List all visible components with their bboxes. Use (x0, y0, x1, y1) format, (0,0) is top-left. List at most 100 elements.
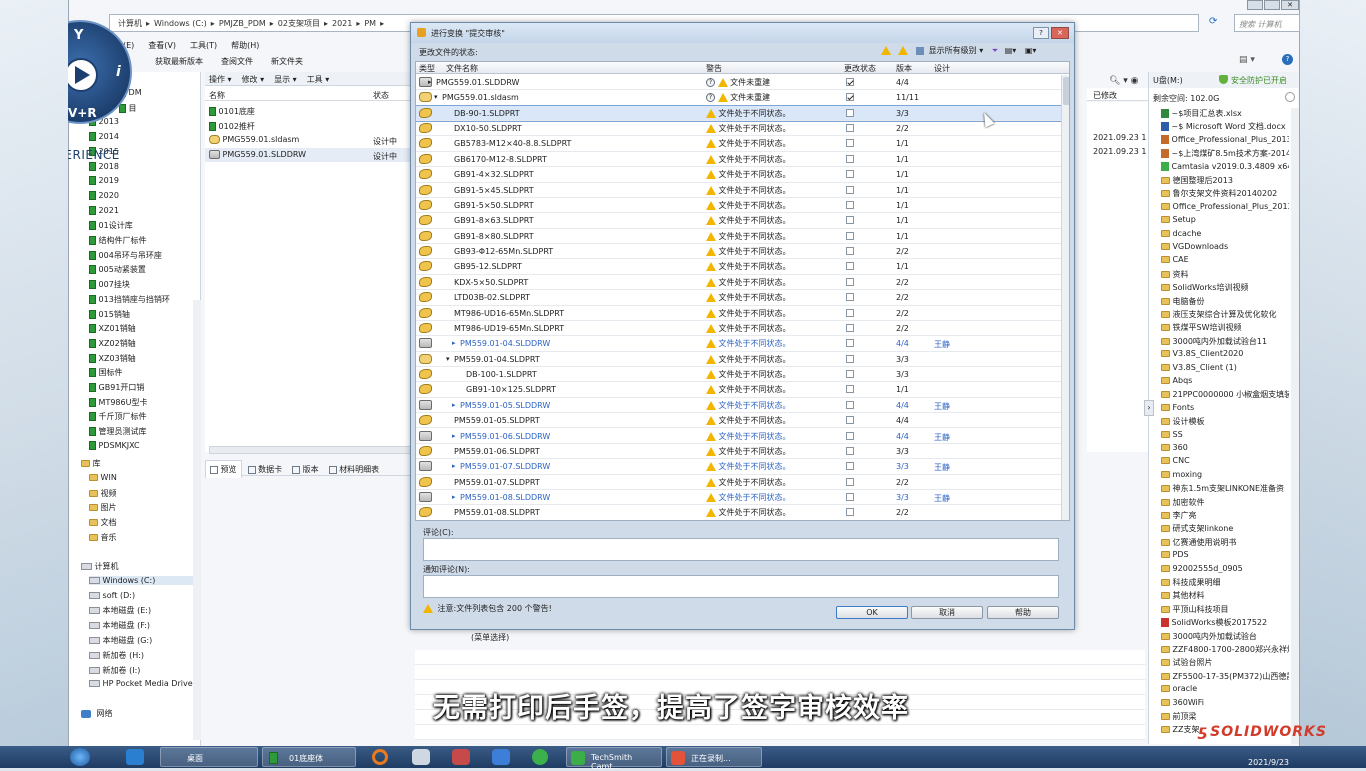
tree-item[interactable]: 004吊环与吊环座 (89, 250, 200, 261)
change-state-checkbox[interactable] (846, 185, 854, 194)
change-state-checkbox[interactable] (846, 308, 854, 317)
grid-row[interactable]: MT986-UD19-65Mn.SLDPRT 文件处于不同状态。 2/2 (416, 321, 1061, 337)
desktop-item[interactable]: 鲁尔支架文件资料20140202 (1161, 188, 1289, 199)
tree-item[interactable]: 库 (81, 458, 200, 469)
view-icon[interactable]: ▤ ▾ (1239, 55, 1255, 65)
col-status[interactable]: 状态 (373, 90, 389, 101)
menu-item[interactable]: 帮助(H) (231, 41, 259, 50)
tree-item[interactable]: 本地磁盘 (F:) (89, 620, 200, 631)
tree-item[interactable]: 管理员测试库 (89, 426, 200, 437)
tree-item[interactable]: 01设计库 (89, 220, 200, 231)
warning-filter-icon[interactable] (881, 46, 891, 55)
list-item[interactable]: 0102推杆 (205, 119, 413, 133)
tree-toggle-icon[interactable]: ▸ (452, 432, 456, 440)
desktop-item[interactable]: 加密软件 (1161, 497, 1289, 508)
tree-item[interactable]: 文档 (89, 517, 200, 528)
grid-row[interactable]: ▾ PM559.01-04.SLDPRT 文件处于不同状态。 3/3 (416, 352, 1061, 368)
change-state-checkbox[interactable] (846, 339, 854, 348)
desktop-item[interactable]: PDS (1161, 550, 1289, 559)
grid-row[interactable]: ▸ PM559.01-06.SLDDRW 文件处于不同状态。 4/4 王静 (416, 429, 1061, 444)
grid-row[interactable]: ▸ PM559.01-04.SLDDRW 文件处于不同状态。 4/4 王静 (416, 336, 1061, 352)
grid-row[interactable]: PM559.01-08.SLDPRT 文件处于不同状态。 2/2 (416, 505, 1061, 520)
taskbar-item-pdm[interactable]: 01底座体 (262, 747, 356, 767)
tree-toggle-icon[interactable]: ▾ (446, 355, 450, 363)
desktop-item[interactable]: 前顶梁 (1161, 711, 1289, 722)
desktop-item[interactable]: 资料 (1161, 269, 1289, 280)
desktop-item[interactable]: 试验台照片 (1161, 657, 1289, 668)
desktop-item[interactable]: Abqs (1161, 376, 1289, 385)
desktop-item[interactable]: Camtasia v2019.0.3.4809 x64 (1161, 161, 1289, 171)
col-modified[interactable]: 已修改 (1093, 90, 1117, 101)
right-scrollbar[interactable] (1291, 108, 1299, 744)
change-state-checkbox[interactable] (846, 124, 854, 133)
desktop-item[interactable]: Fonts (1161, 403, 1289, 412)
grid-row[interactable]: LTD03B-02.SLDPRT 文件处于不同状态。 2/2 (416, 290, 1061, 306)
desktop-item[interactable]: Office_Professional_Plus_2013_ (1161, 134, 1289, 144)
tree-item[interactable]: 音乐 (89, 532, 200, 543)
tree-item[interactable]: MT986U型卡 (89, 397, 200, 408)
change-state-checkbox[interactable] (846, 385, 854, 394)
grid-row[interactable]: MT986-UD16-65Mn.SLDPRT 文件处于不同状态。 2/2 (416, 306, 1061, 321)
grid-row[interactable]: DB-100-1.SLDPRT 文件处于不同状态。 3/3 (416, 367, 1061, 383)
col-designer[interactable]: 设计 (934, 63, 950, 74)
tree-item[interactable]: 国标件 (89, 367, 200, 378)
tree-item[interactable]: 2020 (89, 190, 200, 200)
change-state-checkbox[interactable] (846, 200, 854, 209)
desktop-item[interactable]: V3.8S_Client (1) (1161, 363, 1289, 372)
tree-item[interactable]: 千斤顶厂标件 (89, 411, 200, 422)
taskbar-app-icon-4[interactable] (492, 749, 510, 765)
change-state-checkbox[interactable] (846, 477, 854, 486)
change-state-checkbox[interactable] (846, 462, 854, 471)
desktop-item[interactable]: 360WiFi (1161, 698, 1289, 707)
grid-row[interactable]: DB-90-1.SLDPRT 文件处于不同状态。 3/3 (416, 104, 1062, 123)
desktop-item[interactable]: 科技成果明细 (1161, 577, 1289, 588)
tree-item[interactable]: XZ02销轴 (89, 338, 200, 349)
tree-item[interactable]: soft (D:) (89, 591, 200, 600)
close-button[interactable]: ✕ (1281, 0, 1299, 10)
minimize-button[interactable] (1247, 0, 1263, 10)
desktop-item[interactable]: ~$ Microsoft Word 文档.docx (1161, 121, 1289, 132)
desktop-item[interactable]: Setup (1161, 215, 1289, 224)
nav-scrollbar[interactable] (193, 300, 201, 740)
tree-item[interactable]: 新加卷 (H:) (89, 650, 200, 661)
zoom-icon[interactable]: 🔍︎ ▾ ◉ (1109, 76, 1139, 86)
taskbar-app-icon-2[interactable] (412, 749, 430, 765)
tree-item[interactable]: 视频 (89, 488, 200, 499)
subtoolbar-dropdown[interactable]: 工具 ▾ (307, 75, 330, 84)
desktop-item[interactable]: dcache (1161, 229, 1289, 238)
desktop-item[interactable]: 神东1.5m支架LINKONE准备资 (1161, 483, 1289, 494)
grid-row[interactable]: GB93-Φ12-65Mn.SLDPRT 文件处于不同状态。 2/2 (416, 244, 1061, 260)
change-state-checkbox[interactable] (846, 154, 854, 163)
desktop-item[interactable]: 研式支架linkone (1161, 523, 1289, 534)
tab-0[interactable]: 预览 (205, 460, 242, 478)
tab-2[interactable]: 版本 (288, 461, 323, 478)
address-segment[interactable]: 2021 (332, 19, 352, 28)
desktop-item[interactable]: 德国整理后2013 (1161, 175, 1289, 186)
tree-item[interactable]: 计算机 (81, 561, 200, 572)
refresh-icon[interactable]: ⟳ (1209, 16, 1223, 30)
change-state-checkbox[interactable] (846, 93, 854, 102)
tree-item[interactable]: XZ01销轴 (89, 323, 200, 334)
desktop-item[interactable]: ~$上湾煤矿8.5m技术方案-2014 (1161, 148, 1289, 159)
desktop-item[interactable]: CNC (1161, 456, 1289, 465)
tree-item[interactable]: WIN (89, 473, 200, 482)
hscrollbar[interactable] (209, 446, 413, 454)
tree-item[interactable]: 005动紧装置 (89, 264, 200, 275)
grid-row[interactable]: GB91-5×50.SLDPRT 文件处于不同状态。 1/1 (416, 198, 1061, 214)
desktop-item[interactable]: 李广亮 (1161, 510, 1289, 521)
grid-row[interactable]: GB91-4×32.SLDPRT 文件处于不同状态。 1/1 (416, 167, 1061, 183)
address-segment[interactable]: PMJZB_PDM (219, 19, 266, 28)
help-button[interactable]: 帮助 (987, 606, 1059, 619)
grid-row[interactable]: ▸ PM559.01-08.SLDDRW 文件处于不同状态。 3/3 王静 (416, 490, 1061, 506)
subtoolbar-dropdown[interactable]: 修改 ▾ (242, 75, 265, 84)
address-segment[interactable]: 02支架项目 (278, 19, 320, 28)
change-state-checkbox[interactable] (846, 247, 854, 256)
list-item[interactable]: PMG559.01.sldasm 设计中 (205, 133, 413, 147)
change-state-checkbox[interactable] (846, 370, 854, 379)
tray-clock-date[interactable]: 2021/9/23 (1248, 758, 1289, 767)
change-state-checkbox[interactable] (846, 262, 854, 271)
help-icon[interactable]: ? (1282, 54, 1293, 65)
address-segment[interactable]: PM (364, 19, 376, 28)
tree-item[interactable]: 本地磁盘 (E:) (89, 605, 200, 616)
tree-item[interactable]: PDSMKJXC (89, 440, 200, 450)
